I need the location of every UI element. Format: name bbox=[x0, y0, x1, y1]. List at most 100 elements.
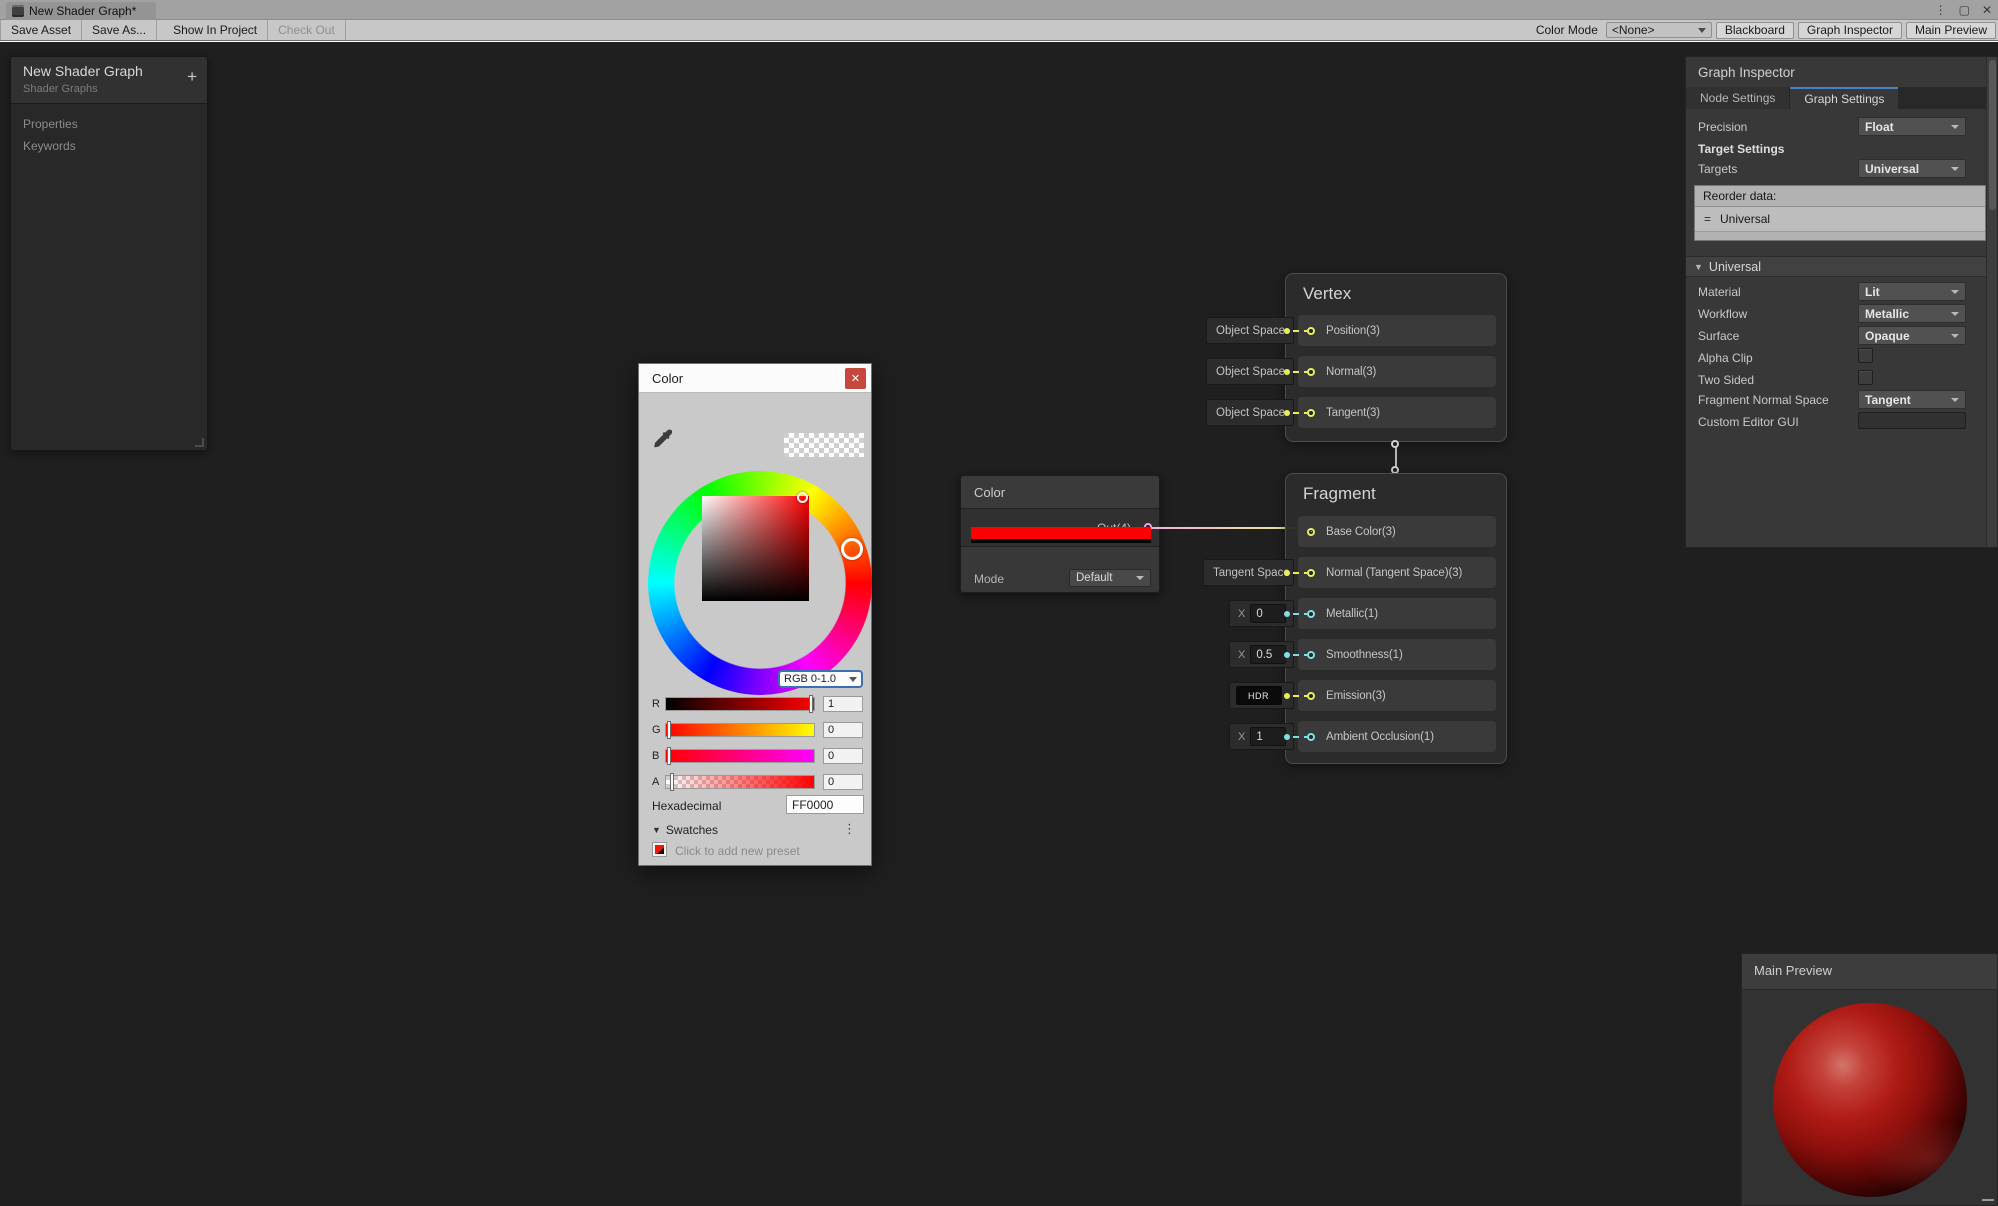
eyedropper-icon[interactable] bbox=[651, 427, 675, 451]
window-close-icon[interactable]: ✕ bbox=[1982, 0, 1992, 20]
green-value-input[interactable] bbox=[823, 722, 863, 738]
hdr-color-field[interactable]: HDR bbox=[1236, 686, 1282, 705]
main-preview-toggle-button[interactable]: Main Preview bbox=[1906, 22, 1996, 39]
saturation-value-square[interactable] bbox=[702, 496, 809, 601]
color-picker-titlebar[interactable]: Color ✕ bbox=[639, 364, 871, 393]
smoothness-port[interactable] bbox=[1307, 651, 1315, 659]
normal-tangent-port[interactable] bbox=[1307, 569, 1315, 577]
show-in-project-button[interactable]: Show In Project bbox=[163, 20, 268, 40]
chevron-down-icon bbox=[1951, 312, 1959, 316]
blue-value-input[interactable] bbox=[823, 748, 863, 764]
targets-dropdown[interactable]: Universal bbox=[1858, 159, 1966, 178]
fragment-port-row-basecolor[interactable]: Base Color(3) bbox=[1298, 516, 1496, 547]
metallic-value-field[interactable]: 0 bbox=[1250, 604, 1286, 623]
blackboard-section-properties[interactable]: Properties bbox=[23, 117, 78, 131]
fragment-port-row-metallic[interactable]: X 0 Metallic(1) bbox=[1298, 598, 1496, 629]
chevron-down-icon bbox=[1951, 167, 1959, 171]
inspector-scrollbar-thumb[interactable] bbox=[1989, 60, 1996, 210]
vertex-port-row-tangent[interactable]: Object Space Tangent(3) bbox=[1298, 397, 1496, 428]
normal-space-stub[interactable]: Tangent Space bbox=[1203, 559, 1294, 586]
drag-handle-icon[interactable]: = bbox=[1704, 212, 1711, 226]
ao-input[interactable]: X 1 bbox=[1229, 723, 1294, 750]
blackboard-toggle-button[interactable]: Blackboard bbox=[1716, 22, 1794, 39]
vertex-port-row-position[interactable]: Object Space Position(3) bbox=[1298, 315, 1496, 346]
color-node-swatch[interactable] bbox=[971, 527, 1151, 543]
surface-dropdown[interactable]: Opaque bbox=[1858, 326, 1966, 345]
preview-sphere[interactable] bbox=[1773, 1003, 1967, 1197]
red-slider-handle[interactable] bbox=[809, 695, 813, 713]
connector-top-circle[interactable] bbox=[1391, 440, 1399, 448]
ao-port[interactable] bbox=[1307, 733, 1315, 741]
metallic-port[interactable] bbox=[1307, 610, 1315, 618]
fragment-node[interactable]: Fragment Base Color(3) Tangent Space Nor… bbox=[1285, 473, 1507, 764]
color-mode-select[interactable]: RGB 0-1.0 bbox=[778, 670, 863, 688]
color-picker-close-button[interactable]: ✕ bbox=[845, 368, 866, 389]
document-tab[interactable]: New Shader Graph* bbox=[6, 2, 156, 20]
base-color-port[interactable] bbox=[1307, 528, 1315, 536]
blue-slider[interactable] bbox=[665, 749, 815, 763]
color-node[interactable]: Color Out(4) Mode Default bbox=[960, 475, 1160, 593]
save-as-button[interactable]: Save As... bbox=[82, 20, 157, 40]
red-slider[interactable] bbox=[665, 697, 815, 711]
tab-graph-settings[interactable]: Graph Settings bbox=[1790, 87, 1898, 109]
target-settings-heading: Target Settings bbox=[1698, 142, 1784, 156]
position-port[interactable] bbox=[1307, 327, 1315, 335]
metallic-input[interactable]: X 0 bbox=[1229, 600, 1294, 627]
normal-port[interactable] bbox=[1307, 368, 1315, 376]
tab-node-settings[interactable]: Node Settings bbox=[1686, 87, 1790, 109]
add-preset-hint[interactable]: Click to add new preset bbox=[675, 844, 800, 858]
alpha-value-input[interactable] bbox=[823, 774, 863, 790]
sv-cursor[interactable] bbox=[797, 492, 808, 503]
swatches-foldout[interactable]: ▼ Swatches bbox=[652, 823, 718, 837]
two-sided-checkbox[interactable] bbox=[1858, 370, 1873, 385]
fragment-port-row-normal[interactable]: Tangent Space Normal (Tangent Space)(3) bbox=[1298, 557, 1496, 588]
tangent-port[interactable] bbox=[1307, 409, 1315, 417]
swatches-menu-icon[interactable]: ⋮ bbox=[843, 821, 857, 837]
universal-foldout[interactable]: ▼ Universal bbox=[1686, 256, 1997, 277]
fragment-port-row-emission[interactable]: HDR Emission(3) bbox=[1298, 680, 1496, 711]
workflow-dropdown[interactable]: Metallic bbox=[1858, 304, 1966, 323]
window-menu-icon[interactable]: ⋮ bbox=[1935, 0, 1947, 20]
vertex-node[interactable]: Vertex Object Space Position(3) Object S… bbox=[1285, 273, 1507, 442]
add-property-button[interactable]: + bbox=[187, 68, 197, 85]
hue-cursor[interactable] bbox=[841, 538, 863, 560]
green-slider-handle[interactable] bbox=[667, 721, 671, 739]
color-mode-dropdown[interactable]: <None> bbox=[1606, 22, 1712, 38]
x-component-label: X bbox=[1238, 731, 1245, 743]
window-maximize-icon[interactable]: ▢ bbox=[1959, 0, 1970, 20]
smoothness-input[interactable]: X 0.5 bbox=[1229, 641, 1294, 668]
smoothness-value-field[interactable]: 0.5 bbox=[1250, 645, 1286, 664]
red-value-input[interactable] bbox=[823, 696, 863, 712]
hexadecimal-input[interactable] bbox=[786, 795, 864, 814]
custom-editor-gui-field[interactable] bbox=[1858, 412, 1966, 429]
color-mode-label: Color Mode bbox=[1532, 23, 1602, 37]
blackboard-resize-handle[interactable] bbox=[195, 438, 204, 447]
fragment-port-row-smoothness[interactable]: X 0.5 Smoothness(1) bbox=[1298, 639, 1496, 670]
blackboard-title: New Shader Graph bbox=[23, 63, 143, 79]
preview-resize-handle[interactable] bbox=[1982, 1199, 1994, 1201]
precision-dropdown[interactable]: Float bbox=[1858, 117, 1966, 136]
alpha-slider[interactable] bbox=[665, 775, 815, 789]
fragment-port-row-ao[interactable]: X 1 Ambient Occlusion(1) bbox=[1298, 721, 1496, 752]
green-slider[interactable] bbox=[665, 723, 815, 737]
normal-space-dropdown[interactable]: Object Space bbox=[1206, 358, 1294, 385]
inspector-scrollbar[interactable] bbox=[1986, 57, 1997, 547]
blackboard-section-keywords[interactable]: Keywords bbox=[23, 139, 76, 153]
emission-color-input[interactable]: HDR bbox=[1229, 682, 1294, 709]
vertex-port-row-normal[interactable]: Object Space Normal(3) bbox=[1298, 356, 1496, 387]
material-dropdown[interactable]: Lit bbox=[1858, 282, 1966, 301]
color-node-mode-dropdown[interactable]: Default bbox=[1069, 569, 1151, 587]
main-preview-header[interactable]: Main Preview bbox=[1742, 954, 1997, 990]
position-space-dropdown[interactable]: Object Space bbox=[1206, 317, 1294, 344]
fragment-normal-space-dropdown[interactable]: Tangent bbox=[1858, 390, 1966, 409]
emission-port[interactable] bbox=[1307, 692, 1315, 700]
tangent-space-dropdown[interactable]: Object Space bbox=[1206, 399, 1294, 426]
graph-inspector-toggle-button[interactable]: Graph Inspector bbox=[1798, 22, 1902, 39]
reorder-item-universal[interactable]: = Universal bbox=[1695, 207, 1985, 232]
alpha-clip-checkbox[interactable] bbox=[1858, 348, 1873, 363]
add-preset-swatch-icon[interactable] bbox=[652, 842, 667, 857]
save-asset-button[interactable]: Save Asset bbox=[0, 20, 82, 40]
blue-slider-handle[interactable] bbox=[667, 747, 671, 765]
ao-value-field[interactable]: 1 bbox=[1250, 727, 1286, 746]
alpha-slider-handle[interactable] bbox=[670, 773, 674, 791]
